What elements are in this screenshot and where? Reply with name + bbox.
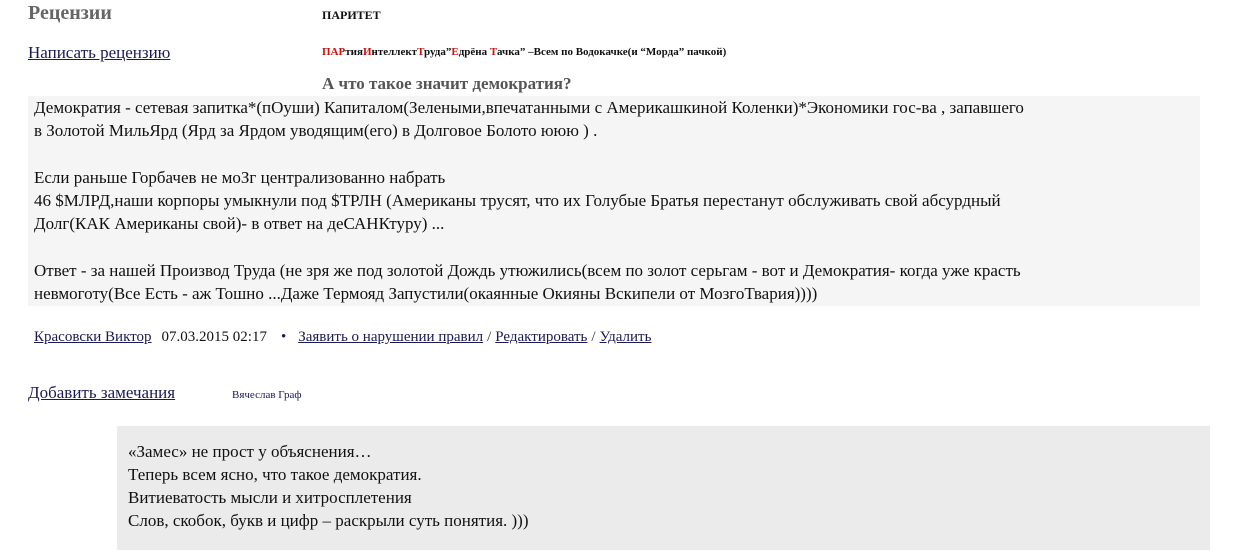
section-title: Рецензии — [28, 2, 112, 24]
subtitle-text: тия — [345, 46, 363, 58]
subtitle-text: нтеллект — [371, 46, 418, 58]
comment-line: «Замес» не прост у объяснения… — [128, 442, 372, 461]
review-line: Долг(КАК Американы свой)- в ответ на деС… — [34, 214, 445, 233]
review-line: в Золотой МильЯрд (Ярд за Ярдом уводящим… — [34, 121, 598, 140]
subtitle-text: дрёна — [458, 46, 490, 58]
subtitle-red-letters: И — [362, 46, 372, 58]
piece-title: А что такое значит демократия? — [322, 74, 572, 93]
reviewer-link[interactable]: Красовски Виктор — [34, 329, 152, 345]
review-paragraph-3: Ответ - за нашей Производ Труда (не зря … — [34, 259, 1021, 305]
review-line: 46 $МЛРД,наши корпоры умыкнули под $ТРЛН… — [34, 191, 1001, 210]
slash-separator: / — [591, 329, 596, 345]
remark-author-link[interactable]: Вячеслав Граф — [232, 389, 301, 401]
comment-line: Витиеватость мысли и хитросплетения — [128, 488, 412, 507]
review-line: Демократия - сетевая запитка*(пОуши) Кап… — [34, 98, 1024, 117]
subtitle-red-letters: Е — [451, 46, 459, 58]
subtitle-red-letters: ПАР — [322, 46, 346, 58]
piece-subtitle: ПАРтияИнтеллектТруда”Едрёна Тачка” –Всем… — [322, 46, 726, 58]
write-review-link[interactable]: Написать рецензию — [28, 43, 170, 63]
review-line: невмоготу(Все Есть - аж Тошно ...Даже Те… — [34, 284, 818, 303]
review-paragraph-1: Демократия - сетевая запитка*(пОуши) Кап… — [34, 96, 1024, 142]
comment-line: Слов, скобок, букв и цифр – раскрыли сут… — [128, 511, 529, 530]
report-violation-link[interactable]: Заявить о нарушении правил — [298, 329, 483, 345]
review-meta: Красовски Виктор 07.03.2015 02:17 • Заявить… — [34, 329, 651, 346]
review-paragraph-2: Если раньше Горбачев не моЗг централизов… — [34, 166, 1001, 235]
piece-author: ПАРИТЕТ — [322, 8, 381, 22]
delete-link[interactable]: Удалить — [600, 329, 652, 345]
review-line: Если раньше Горбачев не моЗг централизов… — [34, 168, 446, 187]
subtitle-text: руда” — [424, 46, 452, 58]
slash-separator: / — [487, 329, 492, 345]
add-remark-link[interactable]: Добавить замечания — [28, 383, 175, 403]
review-date: 07.03.2015 02:17 — [161, 329, 267, 345]
subtitle-red-letters: Т — [489, 46, 497, 58]
review-line: Ответ - за нашей Производ Труда (не зря … — [34, 261, 1021, 280]
subtitle-text: ачка” –Всем по Водокачке(и “Морда” пачко… — [496, 46, 727, 58]
edit-link[interactable]: Редактировать — [495, 329, 587, 345]
subtitle-red-letters: Т — [417, 46, 425, 58]
bullet-separator: • — [280, 329, 287, 345]
comment-line: Теперь всем ясно, что такое демократия. — [128, 465, 422, 484]
